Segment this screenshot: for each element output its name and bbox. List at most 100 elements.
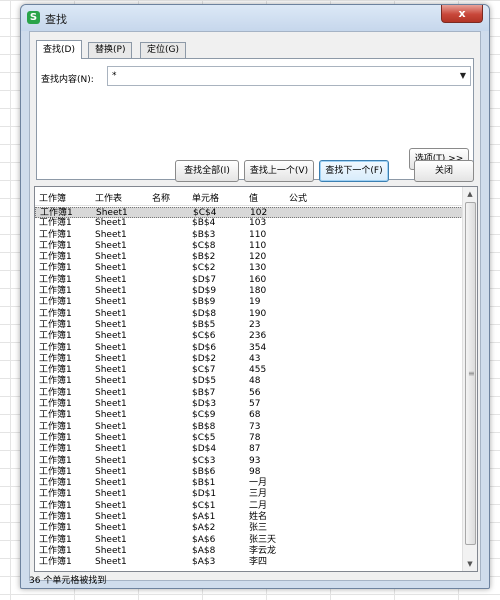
- cell-address: $C$9: [192, 410, 216, 421]
- cell-sheet: Sheet1: [95, 421, 127, 432]
- result-row[interactable]: 工作簿1 Sheet1 $B$2 120: [35, 252, 463, 263]
- column-header-cell[interactable]: 单元格: [192, 191, 219, 204]
- result-row[interactable]: 工作簿1 Sheet1 $B$8 73: [35, 422, 463, 433]
- result-row[interactable]: 工作簿1 Sheet1 $D$1 三月: [35, 489, 463, 500]
- result-row[interactable]: 工作簿1 Sheet1 $C$7 455: [35, 365, 463, 376]
- cell-value: 48: [249, 376, 261, 387]
- result-row[interactable]: 工作簿1 Sheet1 $A$6 张三天: [35, 535, 463, 546]
- tab-find[interactable]: 查找(D): [36, 40, 82, 59]
- result-row[interactable]: 工作簿1 Sheet1 $B$5 23: [35, 320, 463, 331]
- result-row[interactable]: 工作簿1 Sheet1 $C$6 236: [35, 331, 463, 342]
- tab-replace[interactable]: 替换(P): [88, 42, 133, 58]
- column-header-name[interactable]: 名称: [152, 191, 170, 204]
- tab-goto[interactable]: 定位(G): [140, 42, 186, 58]
- cell-workbook: 工作簿1: [39, 387, 72, 398]
- cell-workbook: 工作簿1: [39, 286, 72, 297]
- window-close-button[interactable]: x: [441, 5, 483, 23]
- result-row[interactable]: 工作簿1 Sheet1 $C$1 二月: [35, 501, 463, 512]
- result-row[interactable]: 工作簿1 Sheet1 $D$6 354: [35, 343, 463, 354]
- find-content-value[interactable]: *: [112, 71, 117, 81]
- window-title: 查找: [45, 13, 67, 26]
- cell-sheet: Sheet1: [95, 523, 127, 534]
- result-row[interactable]: 工作簿1 Sheet1 $B$3 110: [35, 230, 463, 241]
- cell-value: 68: [249, 410, 261, 421]
- cell-workbook: 工作簿1: [39, 545, 72, 556]
- result-row[interactable]: 工作簿1 Sheet1 $C$4 102: [35, 207, 463, 219]
- cell-sheet: Sheet1: [95, 218, 127, 229]
- result-row[interactable]: 工作簿1 Sheet1 $B$7 56: [35, 388, 463, 399]
- cell-sheet: Sheet1: [95, 489, 127, 500]
- cell-value: 93: [249, 455, 261, 466]
- scroll-down-arrow-icon[interactable]: ▼: [463, 557, 477, 571]
- result-row[interactable]: 工作簿1 Sheet1 $D$2 43: [35, 354, 463, 365]
- cell-value: 180: [249, 286, 267, 297]
- column-header-workbook[interactable]: 工作簿: [39, 191, 66, 204]
- find-all-button[interactable]: 查找全部(I): [175, 160, 239, 182]
- cell-address: $D$6: [192, 342, 217, 353]
- close-button[interactable]: 关闭: [414, 160, 474, 182]
- results-header: 工作簿 工作表 名称 单元格 值 公式: [35, 187, 463, 206]
- result-row[interactable]: 工作簿1 Sheet1 $D$5 48: [35, 376, 463, 387]
- column-header-sheet[interactable]: 工作表: [95, 191, 122, 204]
- cell-value: 一月: [249, 478, 268, 489]
- cell-address: $D$5: [192, 376, 217, 387]
- cell-sheet: Sheet1: [95, 319, 127, 330]
- cell-address: $D$1: [192, 489, 217, 500]
- cell-workbook: 工作簿1: [39, 331, 72, 342]
- cell-value: 130: [249, 263, 267, 274]
- find-dialog: S 查找 x 查找(D) 替换(P) 定位(G) 查找内容(N): * ▼ 选项…: [20, 4, 490, 589]
- result-row[interactable]: 工作簿1 Sheet1 $A$3 李四: [35, 557, 463, 568]
- cell-address: $C$8: [192, 240, 216, 251]
- cell-workbook: 工作簿1: [39, 489, 72, 500]
- find-content-input[interactable]: * ▼: [107, 66, 471, 86]
- result-row[interactable]: 工作簿1 Sheet1 $D$7 160: [35, 275, 463, 286]
- result-row[interactable]: 工作簿1 Sheet1 $A$8 李云龙: [35, 546, 463, 557]
- result-row[interactable]: 工作簿1 Sheet1 $D$8 190: [35, 309, 463, 320]
- result-row[interactable]: 工作簿1 Sheet1 $C$3 93: [35, 456, 463, 467]
- cell-sheet: Sheet1: [95, 263, 127, 274]
- cell-value: 190: [249, 308, 267, 319]
- result-row[interactable]: 工作簿1 Sheet1 $C$2 130: [35, 263, 463, 274]
- cell-sheet: Sheet1: [95, 432, 127, 443]
- results-list[interactable]: 工作簿 工作表 名称 单元格 值 公式 工作簿1 Sheet1 $C$4 102 工作簿…: [34, 186, 478, 572]
- cell-value: 19: [249, 297, 261, 308]
- cell-value: 李云龙: [249, 545, 277, 556]
- result-row[interactable]: 工作簿1 Sheet1 $C$9 68: [35, 410, 463, 421]
- cell-workbook: 工作簿1: [39, 534, 72, 545]
- result-row[interactable]: 工作簿1 Sheet1 $A$1 姓名: [35, 512, 463, 523]
- cell-value: 张三: [249, 523, 268, 534]
- column-header-formula[interactable]: 公式: [289, 191, 307, 204]
- result-row[interactable]: 工作簿1 Sheet1 $D$9 180: [35, 286, 463, 297]
- scroll-up-arrow-icon[interactable]: ▲: [463, 187, 477, 201]
- cell-sheet: Sheet1: [95, 466, 127, 477]
- result-row[interactable]: 工作簿1 Sheet1 $D$4 87: [35, 444, 463, 455]
- scroll-thumb[interactable]: ≡: [465, 202, 476, 545]
- find-next-button[interactable]: 查找下一个(F): [319, 160, 389, 182]
- result-row[interactable]: 工作簿1 Sheet1 $A$2 张三: [35, 523, 463, 534]
- result-row[interactable]: 工作簿1 Sheet1 $B$6 98: [35, 467, 463, 478]
- result-row[interactable]: 工作簿1 Sheet1 $B$1 一月: [35, 478, 463, 489]
- cell-value: 二月: [249, 500, 268, 511]
- results-scrollbar[interactable]: ▲ ≡ ▼: [462, 187, 477, 571]
- find-previous-button[interactable]: 查找上一个(V): [244, 160, 314, 182]
- title-bar[interactable]: S 查找 x: [21, 5, 489, 31]
- result-row[interactable]: 工作簿1 Sheet1 $C$5 78: [35, 433, 463, 444]
- dropdown-arrow-icon[interactable]: ▼: [460, 71, 466, 80]
- cell-value: 23: [249, 319, 261, 330]
- cell-workbook: 工作簿1: [39, 557, 72, 568]
- result-row[interactable]: 工作簿1 Sheet1 $B$4 103: [35, 218, 463, 229]
- cell-address: $B$1: [192, 478, 216, 489]
- cell-workbook: 工作簿1: [39, 444, 72, 455]
- cell-address: $D$2: [192, 353, 217, 364]
- column-header-value[interactable]: 值: [249, 191, 258, 204]
- cell-address: $D$8: [192, 308, 217, 319]
- cell-address: $A$3: [192, 557, 216, 568]
- cell-address: $B$7: [192, 387, 216, 398]
- result-row[interactable]: 工作簿1 Sheet1 $D$3 57: [35, 399, 463, 410]
- result-row[interactable]: 工作簿1 Sheet1 $C$8 110: [35, 241, 463, 252]
- cell-address: $B$3: [192, 229, 216, 240]
- result-row[interactable]: 工作簿1 Sheet1 $B$9 19: [35, 297, 463, 308]
- cell-workbook: 工作簿1: [39, 274, 72, 285]
- cell-value: 455: [249, 365, 267, 376]
- cell-value: 56: [249, 387, 261, 398]
